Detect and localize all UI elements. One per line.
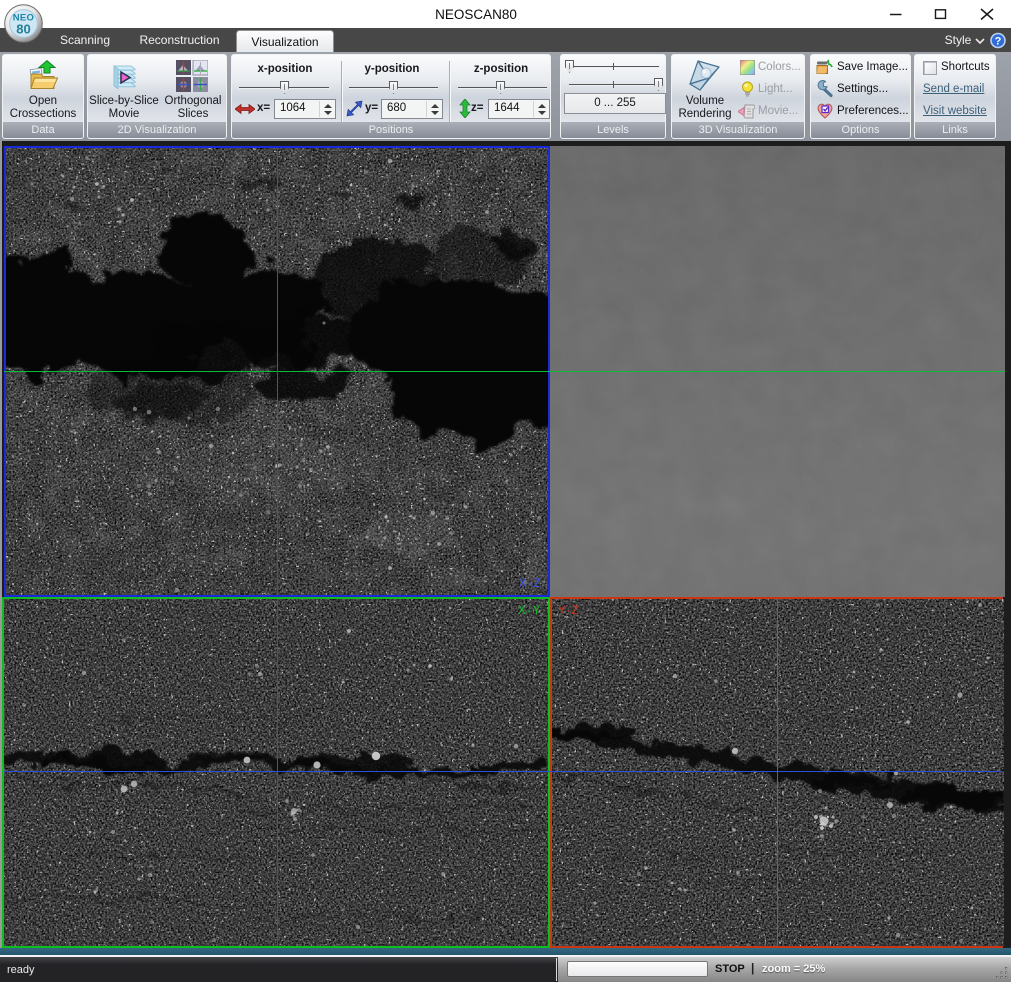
- svg-text:?: ?: [995, 36, 1002, 48]
- svg-text:80: 80: [16, 22, 30, 37]
